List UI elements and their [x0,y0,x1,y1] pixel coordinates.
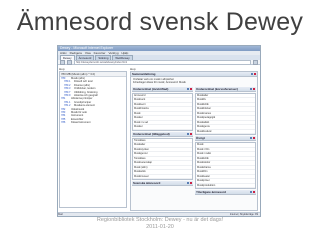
classification-tree-pane: Hop 780 MB (Musik (allm) ^ 3.0) 780 Musik… [59,67,127,214]
add-icon[interactable] [186,182,190,185]
subject-section-header: Underordnat (tilläggskod) [132,131,193,137]
close-icon[interactable] [253,72,256,75]
browser-window: Dewey - Microsoft Internet Explorer Arki… [57,45,261,217]
tree-box: 780 MB (Musik (allm) ^ 3.0) 780 Musik (al… [59,71,127,208]
tree-row[interactable]: 786 Klaverinstrument [60,121,126,124]
footer-line: Regionbibliotek Stockholm: Dewey - nu är… [96,217,224,223]
add-icon[interactable] [186,132,190,135]
subject-list-item[interactable]: Musiker [133,125,192,130]
add-icon[interactable] [249,191,253,194]
subject-section-header: Ytterligare ämnesord [195,190,256,196]
subject-list: Tonsättare Musikalier Musikstycken Musikgen… [132,137,193,181]
subject-list-item[interactable]: Musikproduktion [196,184,255,189]
subject-section-title: Ytterligare ämnesord [196,190,227,195]
back-button[interactable] [60,59,65,65]
subject-section-title: Underordnat (Avskriftad) [133,86,169,91]
page-content: Hop 780 MB (Musik (allm) ^ 3.0) 780 Musik… [58,65,260,216]
slide-title: Ämnesord svensk Dewey [16,8,304,36]
left-subject-column: Underordnat (Avskriftad) Ämnesord Musikver… [132,86,193,196]
status-text: Klart [58,213,63,216]
add-icon[interactable] [249,87,253,90]
add-icon[interactable] [186,87,190,90]
address-input[interactable]: http://deweydemo.kb.se/webdewey/index.ht… [74,59,251,65]
right-subject-column: Underordnat (korsreferenser) Musikalier Mu… [195,86,256,196]
remove-icon[interactable] [189,132,192,135]
subject-list: Musik Musik i film Musik i radio Musikkriti… [195,142,256,190]
subject-section-title: Underordnat (tilläggskod) [133,131,170,136]
subject-detail-pane: Hop Sammanfattning Omfattar verk om musi… [130,67,258,214]
footer-date: 2011-01-20 [146,224,174,230]
remove-icon[interactable] [252,191,255,194]
subject-section-header: Övrigt [195,136,256,142]
subject-columns: Underordnat (Avskriftad) Ämnesord Musikver… [131,86,257,197]
go-button[interactable] [253,59,258,65]
tree-list: 780 Musik (allm) 780.1 Filosofi och teori 78… [60,77,126,125]
subject-section-header: Underordnat (korsreferenser) [195,86,256,92]
subject-list: Ämnesord Musikverk Musikteori Musikhistoria… [132,92,193,131]
subject-list: Musikalier Musikliv Musikkritik Musikböcker… [195,92,256,136]
subject-section-header: Underordnat (Avskriftad) [132,86,193,92]
subject-section-title: Svenska ämnesord [133,181,161,186]
summary-text: Omfattar verk om musik i allmänhet Föred… [131,77,257,86]
subject-list-item[interactable]: Musikfestival [196,130,255,135]
summary-header: Sammanfattning [131,72,257,77]
tree-row-label: Klaverinstrument [71,121,91,125]
remove-icon[interactable] [189,182,192,185]
summary-title: Sammanfattning [132,72,156,76]
forward-button[interactable] [67,59,72,65]
summary-line: Föredragen klass för musik; Ämnesord: Mu… [133,81,186,85]
subject-list-item[interactable]: Musikmuseer [133,175,192,180]
subject-section-title: Övrigt [196,136,205,141]
slide-footer: Regionbibliotek Stockholm: Dewey - nu är… [0,217,320,231]
subject-section-title: Underordnat (korsreferenser) [196,86,238,91]
tree-code-link[interactable]: 786 [61,121,70,124]
status-bar: Klart Internet | Skyddat läge: På [58,212,260,216]
status-zone: Internet | Skyddat läge: På [229,213,258,216]
remove-icon[interactable] [252,87,255,90]
detail-box: Sammanfattning Omfattar verk om musik i … [130,71,258,211]
add-icon[interactable] [249,137,253,140]
remove-icon[interactable] [252,137,255,140]
subject-section-header: Svenska ämnesord [132,181,193,187]
edit-icon[interactable] [250,72,254,75]
remove-icon[interactable] [189,87,192,90]
